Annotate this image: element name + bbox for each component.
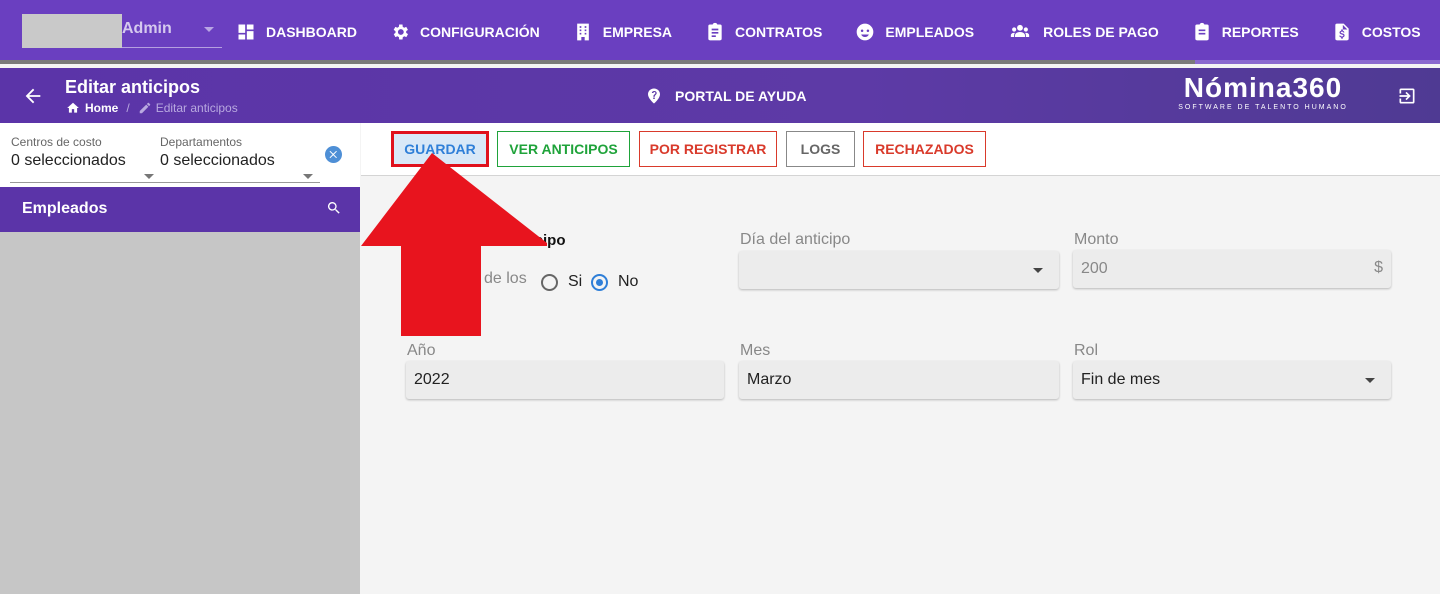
employees-title: Empleados xyxy=(22,200,108,217)
chevron-down-icon xyxy=(1365,378,1375,383)
breadcrumb-current: Editar anticipos xyxy=(155,101,238,115)
rechazados-button[interactable]: RECHAZADOS xyxy=(863,131,986,167)
progress-fill xyxy=(0,60,1196,64)
logs-button[interactable]: LOGS xyxy=(786,131,855,167)
breadcrumb: Home / Editar anticipos xyxy=(65,101,238,115)
top-navigation-bar: Admin DASHBOARD CONFIGURACIÓN EMPRESA CO… xyxy=(0,0,1440,64)
chevron-down-icon xyxy=(303,174,313,179)
rol-select[interactable]: Fin de mes xyxy=(1073,361,1391,399)
admin-label: Admin xyxy=(122,20,172,37)
mes-input[interactable]: Marzo xyxy=(739,361,1059,399)
chevron-down-icon xyxy=(1033,268,1043,273)
annotation-arrow-up-icon xyxy=(361,153,547,336)
left-panel: Centros de costo 0 seleccionados Departa… xyxy=(0,123,360,594)
help-icon xyxy=(648,88,660,104)
nav-item-empresa[interactable]: EMPRESA xyxy=(573,22,672,42)
nav-label: CONFIGURACIÓN xyxy=(420,24,540,40)
building-icon xyxy=(576,23,589,41)
dia-anticipo-select[interactable] xyxy=(739,251,1059,289)
chevron-down-icon xyxy=(204,27,214,32)
nav-label: DASHBOARD xyxy=(266,24,357,40)
nav-label: COSTOS xyxy=(1361,24,1421,40)
breadcrumb-home[interactable]: Home xyxy=(85,101,118,115)
radio-no-label: No xyxy=(618,273,639,290)
clear-filters-button[interactable] xyxy=(325,146,342,163)
currency-suffix: $ xyxy=(1374,259,1383,276)
anio-value: 2022 xyxy=(414,371,450,388)
search-icon[interactable] xyxy=(326,200,342,216)
departamentos-select[interactable]: Departamentos 0 seleccionados xyxy=(160,135,314,179)
nav-label: CONTRATOS xyxy=(735,24,823,40)
invoice-icon xyxy=(1335,23,1349,41)
brand-tagline: SOFTWARE DE TALENTO HUMANO xyxy=(1178,104,1348,111)
admin-selector[interactable]: Admin xyxy=(22,14,222,48)
dia-anticipo-label: Día del anticipo xyxy=(740,231,851,248)
mes-value: Marzo xyxy=(747,371,792,388)
radio-si-option[interactable]: Si xyxy=(541,273,582,291)
por-registrar-button[interactable]: POR REGISTRAR xyxy=(639,131,777,167)
home-icon xyxy=(67,102,79,113)
nav-label: EMPLEADOS xyxy=(885,24,975,40)
radio-no-selected[interactable] xyxy=(591,273,608,291)
help-portal-link[interactable]: PORTAL DE AYUDA xyxy=(645,87,806,105)
nav-item-configuracion[interactable]: CONFIGURACIÓN xyxy=(390,22,540,42)
departamentos-value: 0 seleccionados xyxy=(160,152,275,169)
people-icon xyxy=(1010,24,1030,37)
nav-item-reportes[interactable]: REPORTES xyxy=(1192,22,1299,42)
monto-label: Monto xyxy=(1074,231,1119,248)
monto-input[interactable]: 200 $ xyxy=(1073,250,1391,288)
rol-value: Fin de mes xyxy=(1081,371,1161,388)
radio-si-label: Si xyxy=(568,273,583,290)
filter-underline xyxy=(10,182,320,183)
gear-icon xyxy=(393,24,408,40)
report-icon xyxy=(1195,22,1209,41)
page-header: Editar anticipos Home / Editar anticipos… xyxy=(0,68,1440,123)
close-icon xyxy=(329,150,337,159)
nav-item-costos[interactable]: COSTOS xyxy=(1332,22,1421,42)
mes-label: Mes xyxy=(740,342,771,359)
help-label: PORTAL DE AYUDA xyxy=(675,88,807,104)
nav-label: REPORTES xyxy=(1221,24,1299,40)
nav-item-empleados[interactable]: EMPLEADOS xyxy=(855,22,974,42)
centros-costo-select[interactable]: Centros de costo 0 seleccionados xyxy=(11,135,154,179)
logout-icon[interactable] xyxy=(1396,86,1418,106)
monto-value: 200 xyxy=(1081,260,1108,277)
face-icon xyxy=(857,23,874,41)
departamentos-label: Departamentos xyxy=(160,135,243,149)
chevron-down-icon xyxy=(144,174,154,179)
nav-item-roles-de-pago[interactable]: ROLES DE PAGO xyxy=(1007,22,1159,42)
redacted-user-name xyxy=(22,14,122,48)
anio-label: Año xyxy=(407,342,436,359)
nav-label: EMPRESA xyxy=(602,24,673,40)
filters-area: Centros de costo 0 seleccionados Departa… xyxy=(0,123,360,187)
breadcrumb-separator: / xyxy=(126,101,130,115)
brand-name: Nómina360 xyxy=(1183,72,1343,103)
nav-item-dashboard[interactable]: DASHBOARD xyxy=(236,22,357,42)
rol-label: Rol xyxy=(1074,342,1099,359)
nav-label: ROLES DE PAGO xyxy=(1043,24,1159,40)
nav-menu: DASHBOARD CONFIGURACIÓN EMPRESA CONTRATO… xyxy=(236,0,1440,64)
anio-input[interactable]: 2022 xyxy=(406,361,724,399)
radio-no-option[interactable]: No xyxy=(591,273,638,291)
employees-header: Empleados xyxy=(0,187,360,232)
loading-progress-bar xyxy=(0,60,1440,64)
centros-costo-label: Centros de costo xyxy=(11,135,102,149)
arrow-back-icon[interactable] xyxy=(22,85,44,107)
centros-costo-value: 0 seleccionados xyxy=(11,152,126,169)
dashboard-icon xyxy=(238,24,254,40)
page-title: Editar anticipos xyxy=(65,77,201,97)
nav-item-contratos[interactable]: CONTRATOS xyxy=(705,22,822,42)
clipboard-icon xyxy=(708,22,722,41)
brand-logo: Nómina360 SOFTWARE DE TALENTO HUMANO xyxy=(1172,73,1354,113)
pencil-icon xyxy=(139,102,150,114)
